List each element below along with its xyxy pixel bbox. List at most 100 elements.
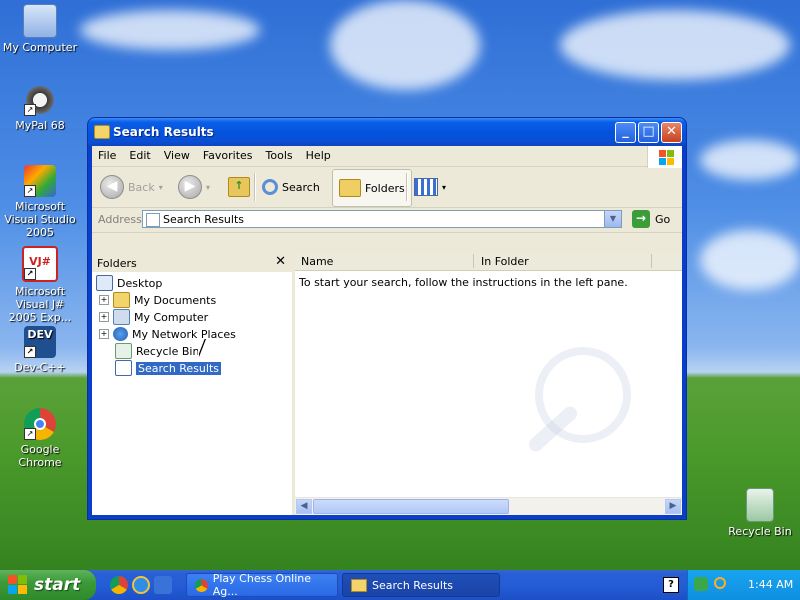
dropdown-arrow-icon: ▾ bbox=[206, 182, 211, 192]
menu-favorites[interactable]: Favorites bbox=[197, 146, 260, 162]
tray-app-icon[interactable] bbox=[694, 577, 708, 591]
up-folder-icon: ↑ bbox=[228, 177, 250, 197]
menu-view[interactable]: View bbox=[158, 146, 197, 162]
scroll-right-button[interactable]: ▶ bbox=[665, 499, 681, 514]
search-results-icon bbox=[115, 360, 132, 376]
clock[interactable]: 1:44 AM bbox=[748, 578, 793, 591]
dropdown-arrow-icon: ▾ bbox=[442, 182, 447, 192]
expand-icon[interactable]: + bbox=[99, 312, 109, 322]
tree-item-recycle-bin[interactable]: Recycle Bin bbox=[115, 343, 199, 359]
quicklaunch-chrome-icon[interactable] bbox=[110, 576, 128, 594]
quicklaunch-show-desktop-icon[interactable] bbox=[154, 576, 172, 594]
cloud bbox=[80, 10, 260, 50]
menu-tools[interactable]: Tools bbox=[260, 146, 300, 162]
desktop-icon-recycle-bin[interactable]: Recycle Bin bbox=[722, 488, 798, 538]
folder-search-icon bbox=[351, 578, 367, 592]
tree-item-label: My Documents bbox=[134, 293, 217, 307]
tree-item-search-results[interactable]: Search Results bbox=[115, 360, 222, 376]
back-button[interactable]: ◀ Back ▾ bbox=[100, 171, 163, 203]
task-search-results[interactable]: Search Results bbox=[342, 573, 500, 597]
desktop-icon-dev-cpp[interactable]: DEV ↗ Dev-C++ bbox=[2, 326, 78, 374]
cloud bbox=[330, 0, 480, 90]
visual-studio-icon: ↗ bbox=[24, 165, 56, 197]
desktop-icon-mypal[interactable]: ↗ MyPal 68 bbox=[2, 84, 78, 132]
tree-item-label-selected: Search Results bbox=[136, 361, 222, 375]
system-tray: 1:44 AM bbox=[687, 570, 800, 600]
close-button[interactable]: ✕ bbox=[661, 122, 682, 143]
forward-arrow-icon: ▶ bbox=[178, 175, 202, 199]
help-icon[interactable]: ? bbox=[663, 577, 679, 593]
maximize-button[interactable]: □ bbox=[638, 122, 659, 143]
task-chrome[interactable]: Play Chess Online Ag... bbox=[186, 572, 338, 598]
vj-icon: VJ# ↗ bbox=[22, 246, 58, 282]
chrome-icon bbox=[195, 578, 208, 592]
column-header-in-folder[interactable]: In Folder bbox=[481, 255, 529, 268]
explorer-window: Search Results _ □ ✕ File Edit View Favorit… bbox=[88, 118, 686, 519]
desktop-icon-visual-studio[interactable]: ↗ Microsoft Visual Studio 2005 bbox=[2, 165, 78, 239]
desktop-icon-label: Google Chrome bbox=[18, 443, 62, 469]
expand-icon[interactable]: + bbox=[99, 329, 109, 339]
task-label: Search Results bbox=[372, 578, 454, 592]
desktop-icon-visual-j[interactable]: VJ# ↗ Microsoft Visual J# 2005 Exp... bbox=[2, 246, 78, 324]
tree-item-desktop[interactable]: Desktop bbox=[96, 275, 162, 291]
address-dropdown-button[interactable]: ▼ bbox=[604, 211, 621, 227]
toolbar-separator bbox=[254, 173, 256, 201]
start-button[interactable]: start bbox=[0, 570, 96, 600]
results-pane: Name In Folder To start your search, fol… bbox=[295, 252, 682, 515]
desktop-icon-label: My Computer bbox=[2, 41, 78, 54]
desktop-icon-label: Recycle Bin bbox=[728, 525, 792, 538]
tray-search-icon[interactable] bbox=[714, 577, 726, 589]
horizontal-scrollbar[interactable]: ◀ ▶ bbox=[295, 497, 682, 515]
column-divider[interactable] bbox=[651, 254, 652, 268]
computer-icon bbox=[113, 309, 130, 325]
views-button[interactable]: ▾ bbox=[414, 171, 446, 203]
close-pane-button[interactable]: ✕ bbox=[275, 254, 286, 269]
tree-item-network[interactable]: + My Network Places bbox=[99, 326, 236, 342]
menu-file[interactable]: File bbox=[92, 146, 123, 162]
scroll-left-button[interactable]: ◀ bbox=[296, 499, 312, 514]
search-instructions: To start your search, follow the instruc… bbox=[299, 276, 628, 289]
window-title: Search Results bbox=[113, 125, 214, 139]
up-folder-button[interactable]: ↑ bbox=[228, 171, 250, 203]
quicklaunch-ie-icon[interactable] bbox=[132, 576, 150, 594]
task-label: Play Chess Online Ag... bbox=[212, 572, 312, 598]
search-results-icon bbox=[146, 213, 160, 227]
desktop-icon-label: Microsoft Visual J# 2005 Exp... bbox=[8, 285, 72, 324]
back-arrow-icon: ◀ bbox=[100, 175, 124, 199]
tree-item-my-documents[interactable]: + My Documents bbox=[99, 292, 216, 308]
address-input[interactable]: Search Results ▼ bbox=[142, 210, 622, 228]
menu-help[interactable]: Help bbox=[300, 146, 338, 162]
toolbar-separator bbox=[406, 173, 408, 201]
window-client: File Edit View Favorites Tools Help ◀ Back ▾ … bbox=[92, 146, 682, 515]
taskbar: start Play Chess Online Ag... Search Res… bbox=[0, 570, 800, 600]
tree-item-my-computer[interactable]: + My Computer bbox=[99, 309, 208, 325]
raccoon-icon: ↗ bbox=[24, 84, 56, 116]
minimize-button[interactable]: _ bbox=[615, 122, 636, 143]
folders-button[interactable]: Folders bbox=[332, 169, 412, 207]
column-divider[interactable] bbox=[473, 254, 474, 268]
chrome-icon: ↗ bbox=[24, 408, 56, 440]
start-label: start bbox=[34, 575, 81, 595]
explorer-body: Folders ✕ Desktop + My Documents + My Co… bbox=[92, 252, 682, 515]
windows-logo-icon bbox=[647, 146, 682, 168]
column-headers: Name In Folder bbox=[295, 252, 682, 271]
desktop-icon-chrome[interactable]: ↗ Google Chrome bbox=[2, 408, 78, 469]
address-label: Address bbox=[98, 213, 142, 226]
tree-item-label: My Network Places bbox=[132, 327, 236, 341]
title-bar[interactable]: Search Results _ □ ✕ bbox=[88, 118, 686, 146]
desktop-icon-my-computer[interactable]: My Computer bbox=[2, 4, 78, 54]
go-button[interactable]: → Go bbox=[632, 210, 670, 228]
desktop-icon-label: Dev-C++ bbox=[14, 361, 66, 374]
tree-item-label: Desktop bbox=[117, 276, 163, 290]
folders-icon bbox=[339, 179, 361, 197]
desktop-icon-label: Microsoft Visual Studio 2005 bbox=[4, 200, 76, 239]
network-icon bbox=[113, 327, 128, 341]
column-header-name[interactable]: Name bbox=[301, 255, 333, 268]
menu-edit[interactable]: Edit bbox=[123, 146, 157, 162]
expand-icon[interactable]: + bbox=[99, 295, 109, 305]
scroll-thumb[interactable] bbox=[313, 499, 509, 514]
menu-bar: File Edit View Favorites Tools Help bbox=[92, 146, 682, 168]
forward-button[interactable]: ▶ ▾ bbox=[178, 171, 210, 203]
search-button[interactable]: Search bbox=[262, 171, 320, 203]
recycle-bin-icon bbox=[115, 343, 132, 359]
